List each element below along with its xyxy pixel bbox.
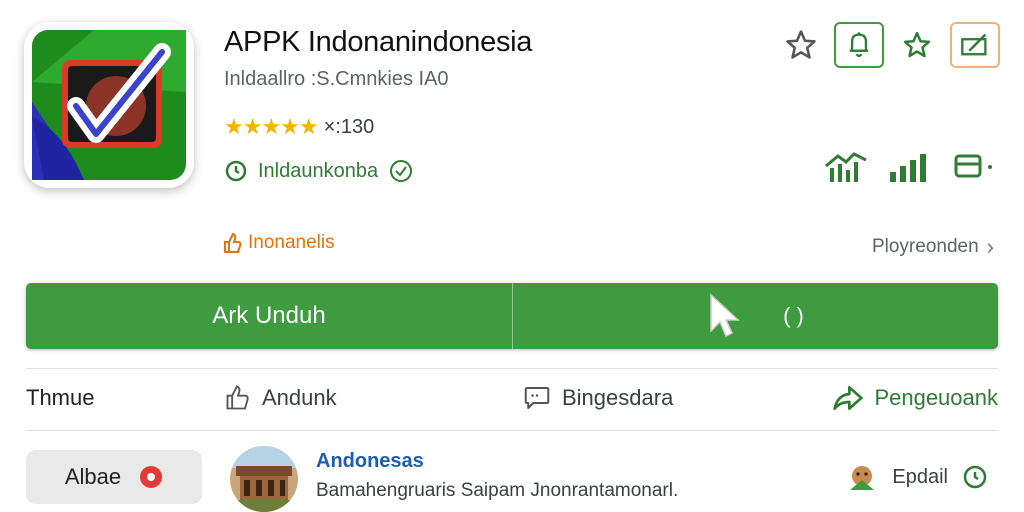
thumbs-up-icon <box>226 385 249 410</box>
verified-check-icon <box>390 160 413 182</box>
building-photo-icon <box>230 446 298 512</box>
install-extra-button[interactable]: ( ) <box>513 283 998 349</box>
rating-value: ×:130 <box>323 115 375 138</box>
divider-top <box>26 368 998 369</box>
install-label: Ark Unduh <box>212 302 326 329</box>
notify-bell-button[interactable] <box>834 22 884 68</box>
rating-row: ★★★★★ ×:130 <box>224 114 374 140</box>
app-title: APPK Indonanindonesia <box>224 26 533 58</box>
checkmark-app-logo-icon <box>24 22 194 188</box>
app-subtitle: Inldaallro :S.Cmnkies IA0 <box>224 68 449 90</box>
more-circle-icon <box>963 465 987 489</box>
email-action[interactable]: Epdail <box>846 462 988 492</box>
like-label: Andunk <box>262 385 337 410</box>
reviewer-name[interactable]: Andonesas <box>316 450 424 473</box>
edit-pencil-icon <box>961 33 987 56</box>
top-action-icons <box>776 22 1000 68</box>
reviewer-avatar <box>230 446 298 512</box>
trend-chart-icon <box>825 152 867 182</box>
promo-row[interactable]: Inonanelis <box>222 232 335 254</box>
mascot-emoji-icon <box>850 466 875 490</box>
install-bar: Ark Unduh ( ) <box>26 283 998 349</box>
developer-name: Inldaunkonba <box>258 159 379 182</box>
comment-bubble-icon <box>524 387 550 409</box>
stats-icons <box>824 150 994 184</box>
review-text: Bamahengruaris Saipam Jnonrantamonarl. <box>316 480 679 501</box>
install-extra-label: ( ) <box>783 303 804 328</box>
developer-row[interactable]: Inldaunkonba <box>224 158 414 184</box>
chevron-right-icon: › <box>986 234 994 259</box>
storage-card-icon <box>954 154 992 178</box>
star-outline-icon <box>786 30 816 59</box>
divider-bottom <box>26 430 998 431</box>
clock-icon <box>225 160 247 182</box>
like-button[interactable]: Andunk <box>224 384 522 412</box>
app-icon <box>24 22 194 188</box>
theme-label: Thmue <box>26 385 95 410</box>
filter-chip[interactable]: Albae <box>26 450 202 504</box>
favorite-star-button[interactable] <box>776 22 826 68</box>
rating-stars-icon: ★★★★★ <box>224 114 319 139</box>
share-arrow-icon <box>833 386 864 410</box>
comment-label: Bingesdara <box>562 385 674 410</box>
star-outline-green-icon <box>903 31 931 58</box>
theme-tab[interactable]: Thmue <box>26 385 224 411</box>
comment-button[interactable]: Bingesdara <box>522 383 796 413</box>
share-button[interactable]: Pengeuoank <box>796 383 998 413</box>
signal-bars-icon <box>890 154 926 182</box>
thumbs-up-orange-icon <box>224 232 242 253</box>
email-label: Epdail <box>892 465 948 488</box>
install-button[interactable]: Ark Unduh <box>26 283 513 349</box>
chip-label: Albae <box>64 464 122 489</box>
cursor-pointer-icon <box>710 293 741 338</box>
bell-icon <box>849 32 869 58</box>
promo-text: Inonanelis <box>248 232 335 253</box>
edit-button[interactable] <box>950 22 1000 68</box>
share-label: Pengeuoank <box>874 385 998 410</box>
action-row: Thmue Andunk Bingesdara Pengeuoank <box>26 378 998 418</box>
side-link-label: Ployreonden <box>871 236 979 257</box>
side-link[interactable]: Ployreonden › <box>872 234 994 260</box>
record-dot-icon <box>140 466 163 488</box>
rate-star-button[interactable] <box>892 22 942 68</box>
